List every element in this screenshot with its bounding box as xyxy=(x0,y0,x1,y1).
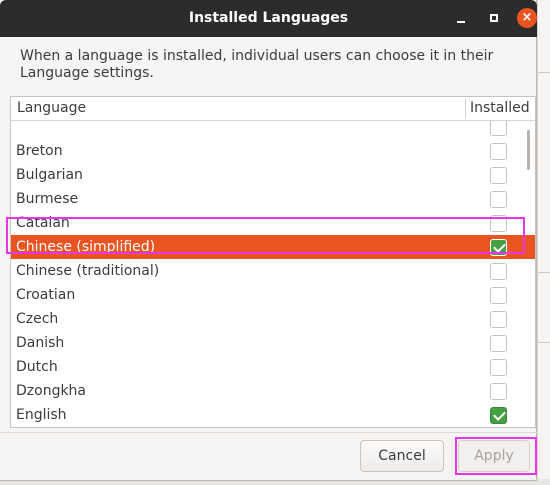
close-icon: × xyxy=(521,10,533,25)
footer-divider xyxy=(0,432,537,433)
language-row[interactable]: Danish xyxy=(11,331,535,355)
language-row[interactable]: Dzongkha xyxy=(11,379,535,403)
maximize-icon xyxy=(489,14,498,22)
installed-checkbox[interactable] xyxy=(490,143,507,160)
installed-checkbox[interactable] xyxy=(490,311,507,328)
column-header-installed[interactable]: Installed xyxy=(470,97,530,120)
language-row[interactable]: Chinese (traditional) xyxy=(11,259,535,283)
description-text: When a language is installed, individual… xyxy=(20,48,494,81)
installed-checkbox[interactable] xyxy=(490,287,507,304)
language-row[interactable]: Dutch xyxy=(11,355,535,379)
minimize-button[interactable] xyxy=(450,8,471,29)
installed-checkbox[interactable] xyxy=(490,167,507,184)
language-name: English xyxy=(16,407,67,423)
language-name: Chinese (traditional) xyxy=(16,263,160,279)
installed-checkbox[interactable] xyxy=(490,407,507,424)
language-name: Dzongkha xyxy=(16,383,87,399)
maximize-button[interactable] xyxy=(483,8,504,29)
language-name: Dutch xyxy=(16,359,58,375)
close-button[interactable]: × xyxy=(517,8,537,28)
list-rows: Breton Bulgarian Burmese Catalan Chinese (si… xyxy=(11,121,535,427)
scrollbar-thumb[interactable] xyxy=(527,130,530,170)
language-row[interactable]: English xyxy=(11,403,535,427)
language-row[interactable]: Burmese xyxy=(11,187,535,211)
background-line xyxy=(538,342,550,343)
minimize-icon xyxy=(456,21,465,23)
language-name: Croatian xyxy=(16,287,76,303)
column-header-language[interactable]: Language xyxy=(17,97,86,120)
language-list[interactable]: Language Installed Breton Bulgarian Burmes… xyxy=(10,96,536,428)
language-row[interactable] xyxy=(11,121,535,139)
language-name: Czech xyxy=(16,311,59,327)
language-name: Danish xyxy=(16,335,65,351)
installed-checkbox[interactable] xyxy=(490,383,507,400)
installed-checkbox[interactable] xyxy=(490,121,507,136)
annotation-highlight-apply xyxy=(455,437,537,475)
cancel-button[interactable]: Cancel xyxy=(360,440,444,472)
background-line xyxy=(538,72,550,73)
language-name: Breton xyxy=(16,143,63,159)
language-row[interactable]: Bulgarian xyxy=(11,163,535,187)
language-row[interactable]: Breton xyxy=(11,139,535,163)
title-bar[interactable]: Installed Languages × xyxy=(0,0,537,37)
language-row[interactable]: Croatian xyxy=(11,283,535,307)
column-divider xyxy=(465,99,466,119)
annotation-highlight-selected-row xyxy=(6,217,525,254)
installed-checkbox[interactable] xyxy=(490,335,507,352)
installed-checkbox[interactable] xyxy=(490,263,507,280)
installed-checkbox[interactable] xyxy=(490,359,507,376)
installed-checkbox[interactable] xyxy=(490,191,507,208)
list-header: Language Installed xyxy=(11,97,535,121)
language-name: Bulgarian xyxy=(16,167,83,183)
language-row[interactable]: Czech xyxy=(11,307,535,331)
background-line xyxy=(538,272,550,273)
language-name: Burmese xyxy=(16,191,79,207)
